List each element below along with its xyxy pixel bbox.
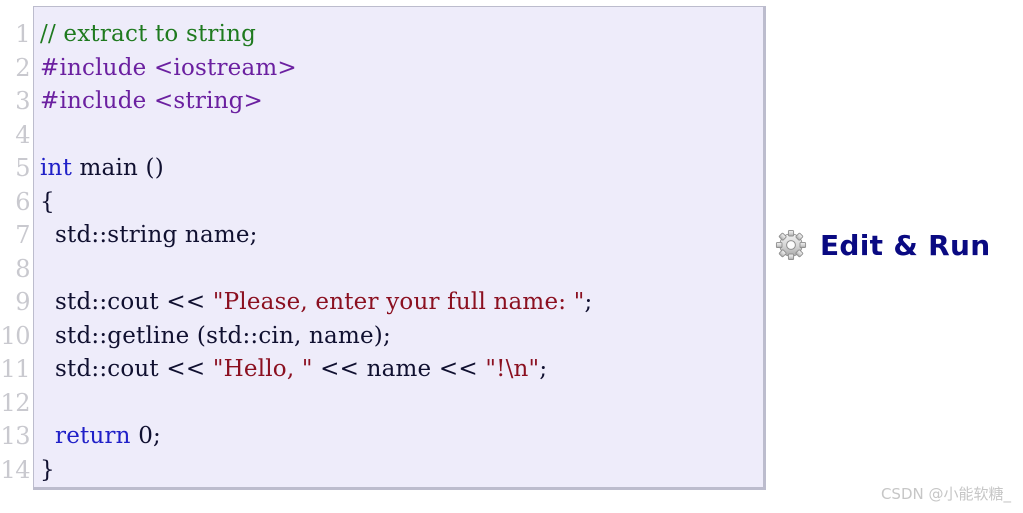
code-token-plain: std::cout << [40, 289, 213, 315]
code-line: } [40, 454, 763, 488]
code-token-plain: std::string name; [40, 222, 258, 248]
code-editor-pane[interactable]: // extract to string #include <iostream> #… [33, 6, 766, 490]
code-token-str: "!\n" [485, 356, 540, 382]
code-token-plain: ; [539, 356, 548, 382]
code-token-plain: { [40, 188, 55, 215]
watermark: CSDN @小能软糖_ [880, 485, 1011, 503]
edit-and-run-label: Edit & Run [820, 228, 991, 262]
code-token-header: <iostream> [153, 54, 297, 81]
line-number: 1 [15, 20, 30, 48]
line-number: 12 [0, 388, 30, 417]
edit-and-run-button[interactable]: Edit & Run [774, 228, 991, 262]
code-token-str: "Please, enter your full name: " [212, 289, 585, 315]
code-token-kw: int [40, 155, 73, 181]
code-line: int main () [40, 152, 763, 186]
line-number: 3 [15, 87, 30, 115]
line-number: 6 [15, 187, 30, 216]
gear-icon [775, 229, 807, 261]
line-number: 7 [15, 221, 30, 249]
code-token-plain: std::cout << [40, 356, 213, 382]
code-token-plain: << name << [312, 356, 486, 382]
code-line: std::cout << "Please, enter your full na… [40, 286, 763, 320]
line-number: 14 [0, 455, 30, 484]
code-token-pre: #include [40, 54, 147, 81]
code-line: // extract to string [40, 18, 763, 52]
line-number: 4 [15, 120, 30, 149]
code-line: #include <string> [40, 85, 763, 119]
code-token-plain: std::getline (std::cin, name); [40, 322, 391, 349]
code-token-header: <string> [153, 88, 264, 114]
code-token-pre: #include [40, 88, 147, 114]
line-number-gutter: 1 2 3 4 5 6 7 8 9 10 11 12 13 14 [0, 6, 33, 487]
code-token-plain: main () [72, 155, 164, 181]
code-line: std::cout << "Hello, " << name << "!\n"; [40, 353, 763, 387]
code-line: std::string name; [40, 219, 763, 253]
code-token-comment: // extract to string [40, 21, 257, 47]
code-line: { [40, 186, 763, 220]
line-number: 11 [0, 355, 30, 383]
code-line: std::getline (std::cin, name); [40, 320, 763, 354]
code-token-kw: return [55, 423, 131, 449]
code-line: #include <iostream> [40, 52, 763, 86]
code-viewer: 1 2 3 4 5 6 7 8 9 10 11 12 13 14 // extract to string… [0, 6, 766, 490]
code-token-plain: ; [584, 289, 593, 315]
line-number: 13 [0, 422, 30, 450]
line-number: 10 [0, 321, 30, 350]
code-token-str: "Hello, " [212, 356, 313, 382]
line-number: 8 [15, 254, 30, 283]
code-token-plain: } [40, 456, 55, 483]
line-number: 5 [15, 154, 30, 182]
line-number: 2 [15, 53, 30, 82]
code-line: return 0; [40, 420, 763, 454]
line-number: 9 [15, 288, 30, 316]
code-token-plain: 0; [130, 423, 161, 449]
